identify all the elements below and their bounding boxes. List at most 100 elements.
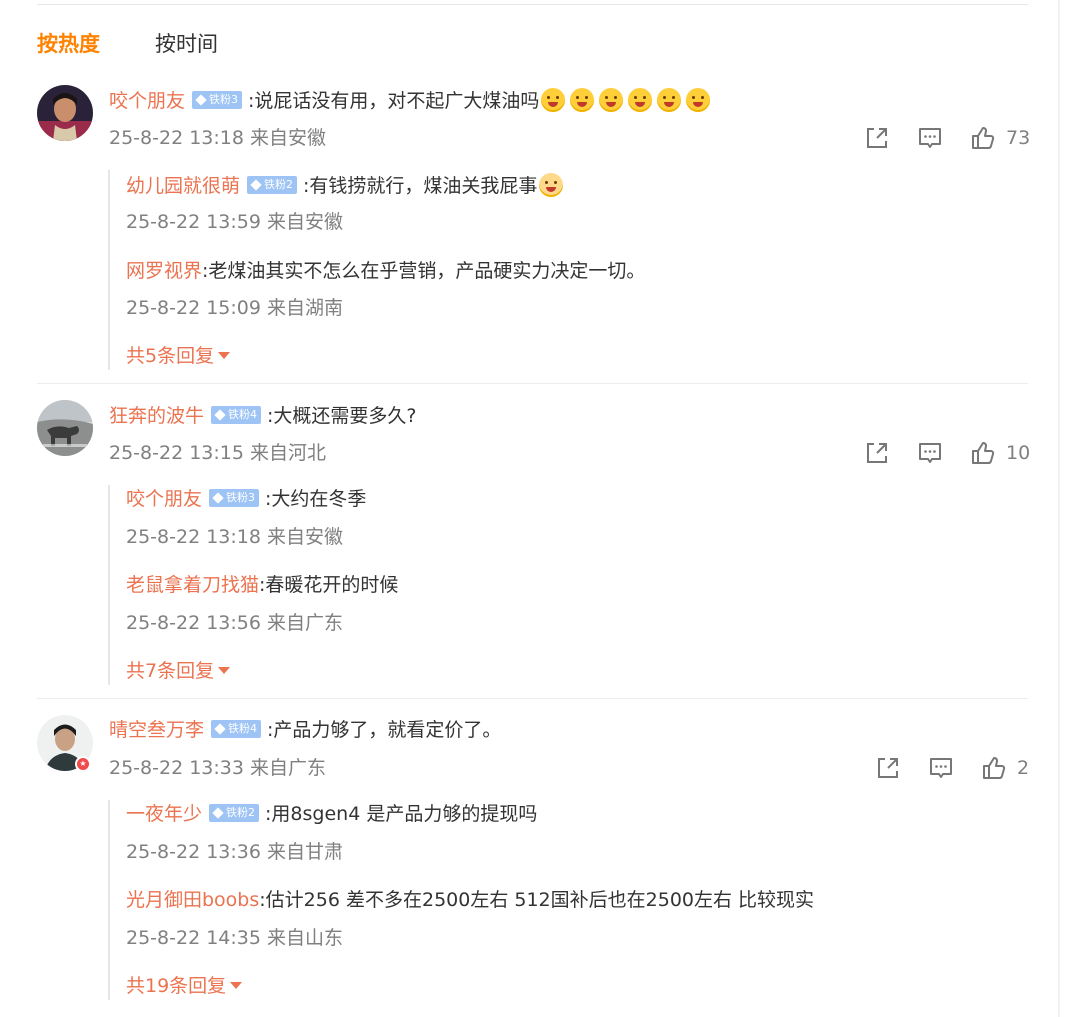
comment-item: 咬个朋友 铁粉3 :说屁话没有用，对不起广大煤油吗 25-8-22 13:18 来自…: [0, 85, 1071, 385]
fan-badge: 铁粉2: [209, 804, 260, 822]
reply-text: :估计256 差不多在2500左右 512国补后也在2500左右 比较现实: [259, 889, 815, 911]
comment-content: 咬个朋友 铁粉3 :说屁话没有用，对不起广大煤油吗: [109, 87, 711, 114]
reply-text: :春暖花开的时候: [259, 574, 399, 596]
like-count: 10: [1006, 442, 1031, 464]
username-link[interactable]: 一夜年少: [126, 803, 202, 825]
reply-text: :用8sgen4 是产品力够的提现吗: [265, 803, 538, 825]
tab-sort-hot[interactable]: 按热度: [37, 30, 100, 58]
like-button[interactable]: [970, 440, 996, 466]
username-link[interactable]: 狂奔的波牛: [109, 405, 204, 427]
comment-actions: 73: [864, 125, 1034, 151]
reply-content: 老鼠拿着刀找猫:春暖花开的时候: [126, 572, 398, 598]
like-button[interactable]: [981, 755, 1007, 781]
reply-meta: 25-8-22 15:09 来自湖南: [126, 297, 343, 319]
fan-badge: 铁粉3: [209, 489, 260, 507]
more-replies-label: 共5条回复: [126, 345, 215, 367]
face-emoji-icon: [686, 87, 711, 112]
diamond-icon: [212, 806, 224, 819]
share-button[interactable]: [864, 125, 890, 151]
verified-star-icon: ★: [77, 758, 89, 770]
comment-button[interactable]: [928, 755, 954, 781]
thumbs-up-icon: [983, 757, 1006, 779]
reply-thread-line: [108, 170, 110, 370]
comment-meta: 25-8-22 13:33 来自广东: [109, 757, 326, 779]
face-emoji-icon: [657, 87, 682, 112]
share-icon: [867, 128, 887, 148]
reply-content: 幼儿园就很萌 铁粉2 :有钱捞就行，煤油关我屁事: [126, 172, 564, 199]
share-icon: [878, 758, 898, 778]
like-count: 73: [1006, 127, 1031, 149]
like-count: 2: [1017, 757, 1030, 779]
view-more-replies[interactable]: 共19条回复: [126, 973, 243, 999]
comment-divider: [37, 698, 1028, 699]
comment-button[interactable]: [917, 440, 943, 466]
top-divider: [37, 4, 1028, 5]
reply-content: 网罗视界:老煤油其实不怎么在乎营销，产品硬实力决定一切。: [126, 258, 645, 284]
username-link[interactable]: 咬个朋友: [126, 488, 202, 510]
comment-icon: [919, 443, 941, 463]
fan-level: 铁粉2: [264, 178, 294, 191]
comment-icon: [930, 758, 952, 778]
thumbs-up-icon: [972, 442, 995, 464]
reply-meta: 25-8-22 13:18 来自安徽: [126, 526, 343, 548]
face-emoji-icon: [599, 87, 624, 112]
avatar[interactable]: [37, 85, 93, 141]
comment-button[interactable]: [917, 125, 943, 151]
username-link[interactable]: 咬个朋友: [109, 90, 185, 112]
fan-level: 铁粉2: [226, 806, 256, 819]
share-button[interactable]: [875, 755, 901, 781]
thumbs-up-icon: [972, 127, 995, 149]
like-button[interactable]: [970, 125, 996, 151]
caret-down-icon: [230, 982, 243, 989]
comment-actions: 2: [875, 755, 1035, 781]
comment-content: 晴空叁万李 铁粉4:产品力够了，就看定价了。: [109, 717, 501, 743]
reply-text: :有钱捞就行，煤油关我屁事: [303, 175, 538, 197]
comment-text: :大概还需要多久?: [267, 405, 417, 427]
fan-level: 铁粉3: [226, 491, 256, 504]
comment-text: :说屁话没有用，对不起广大煤油吗: [248, 90, 540, 112]
diamond-icon: [212, 491, 224, 504]
diamond-icon: [195, 93, 207, 106]
comment-content: 狂奔的波牛 铁粉4 :大概还需要多久?: [109, 403, 417, 429]
share-button[interactable]: [864, 440, 890, 466]
reply-thread-line: [108, 800, 110, 1000]
reply-content: 一夜年少 铁粉2 :用8sgen4 是产品力够的提现吗: [126, 801, 537, 827]
reply-text: :大约在冬季: [265, 488, 367, 510]
reply-text: :老煤油其实不怎么在乎营销，产品硬实力决定一切。: [202, 260, 646, 282]
reply-content: 光月御田boobs:估计256 差不多在2500左右 512国补后也在2500左…: [126, 887, 814, 913]
username-link[interactable]: 幼儿园就很萌: [126, 175, 240, 197]
comment-divider: [37, 383, 1028, 384]
comment-text: :产品力够了，就看定价了。: [267, 719, 502, 741]
caret-down-icon: [218, 352, 231, 359]
reply-content: 咬个朋友 铁粉3 :大约在冬季: [126, 486, 366, 512]
view-more-replies[interactable]: 共5条回复: [126, 343, 231, 369]
more-replies-label: 共7条回复: [126, 660, 215, 682]
username-link[interactable]: 光月御田boobs: [126, 889, 259, 911]
face-emoji-icon: [541, 87, 566, 112]
comment-meta: 25-8-22 13:18 来自安徽: [109, 127, 326, 149]
fan-level: 铁粉3: [209, 93, 239, 106]
caret-down-icon: [218, 667, 231, 674]
reply-meta: 25-8-22 13:56 来自广东: [126, 612, 343, 634]
more-replies-label: 共19条回复: [126, 975, 227, 997]
fan-level: 铁粉4: [228, 408, 258, 421]
fan-badge: 铁粉4: [211, 406, 262, 424]
username-link[interactable]: 老鼠拿着刀找猫: [126, 574, 259, 596]
verified-badge: ★: [75, 756, 91, 772]
comment-meta: 25-8-22 13:15 来自河北: [109, 442, 326, 464]
view-more-replies[interactable]: 共7条回复: [126, 658, 231, 684]
comment-icon: [919, 128, 941, 148]
comment-actions: 10: [864, 440, 1034, 466]
share-icon: [867, 443, 887, 463]
username-link[interactable]: 网罗视界: [126, 260, 202, 282]
reply-meta: 25-8-22 13:59 来自安徽: [126, 211, 343, 233]
reply-meta: 25-8-22 14:35 来自山东: [126, 927, 343, 949]
username-link[interactable]: 晴空叁万李: [109, 719, 204, 741]
fan-badge: 铁粉3: [192, 91, 243, 109]
comment-item: 狂奔的波牛 铁粉4:大概还需要多久? 25-8-22 13:15 来自河北 10 …: [0, 400, 1071, 700]
avatar[interactable]: [37, 400, 93, 456]
comment-item: ★ 晴空叁万李 铁粉4:产品力够了，就看定价了。 25-8-22 13:33 来自…: [0, 715, 1071, 1015]
tab-sort-time[interactable]: 按时间: [155, 30, 218, 58]
face-emoji-icon: [570, 87, 595, 112]
fan-badge: 铁粉2: [247, 176, 298, 194]
